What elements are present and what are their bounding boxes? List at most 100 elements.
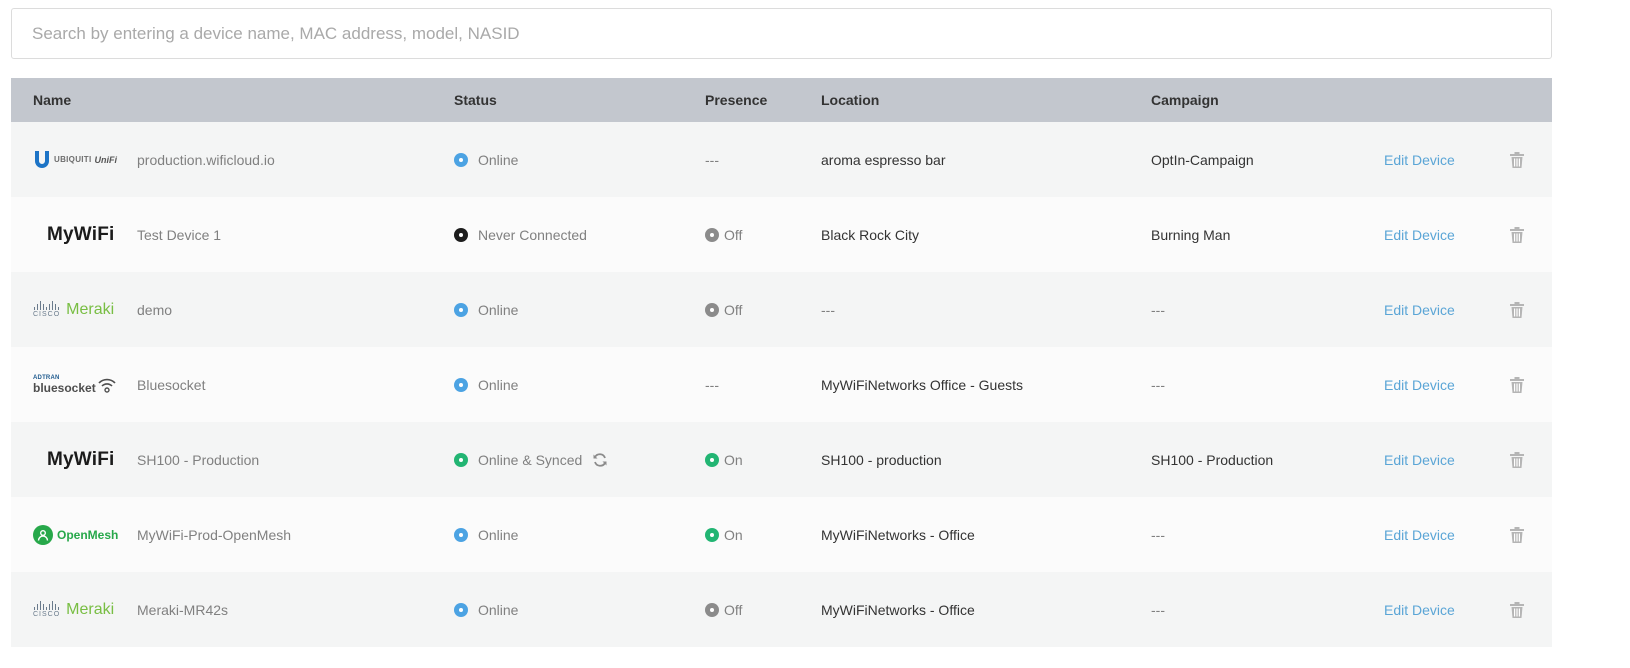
status-online-icon bbox=[454, 527, 468, 542]
presence-cell: --- bbox=[705, 122, 719, 197]
edit-device-link[interactable]: Edit Device bbox=[1384, 572, 1455, 647]
presence-text: Off bbox=[724, 301, 743, 318]
status-never-connected-icon bbox=[454, 227, 468, 242]
presence-cell: --- bbox=[705, 347, 719, 422]
presence-off-icon bbox=[705, 227, 719, 242]
table-header: Name Status Presence Location Campaign bbox=[11, 78, 1552, 122]
table-row: UBIQUITI UniFi production.wificloud.io O… bbox=[11, 122, 1552, 197]
delete-button[interactable] bbox=[1509, 122, 1525, 197]
trash-icon bbox=[1510, 376, 1524, 393]
location-text: MyWiFiNetworks Office - Guests bbox=[821, 376, 1023, 393]
edit-device-link[interactable]: Edit Device bbox=[1384, 422, 1455, 497]
presence-text: Off bbox=[724, 226, 743, 243]
table-row: CISCO Meraki demo Online Off --- --- Edi… bbox=[11, 272, 1552, 347]
presence-cell: On bbox=[705, 497, 743, 572]
edit-device-link[interactable]: Edit Device bbox=[1384, 347, 1455, 422]
campaign-text: SH100 - Production bbox=[1151, 451, 1274, 468]
location-text: --- bbox=[821, 301, 835, 318]
delete-button[interactable] bbox=[1509, 572, 1525, 647]
status-text: Online bbox=[478, 151, 519, 168]
presence-cell: Off bbox=[705, 197, 742, 272]
device-name: SH100 - Production bbox=[137, 451, 260, 468]
delete-button[interactable] bbox=[1509, 422, 1525, 497]
location-text: MyWiFiNetworks - Office bbox=[821, 601, 975, 618]
location-text: Black Rock City bbox=[821, 226, 920, 243]
status-cell: Online bbox=[454, 122, 518, 197]
wifi-icon bbox=[98, 378, 116, 393]
device-name: demo bbox=[137, 301, 173, 318]
edit-device-link[interactable]: Edit Device bbox=[1384, 497, 1455, 572]
device-name: Bluesocket bbox=[137, 376, 206, 393]
presence-on-icon bbox=[705, 452, 719, 467]
status-text: Online bbox=[478, 301, 519, 318]
status-online-icon bbox=[454, 377, 468, 392]
table-row: OpenMesh MyWiFi-Prod-OpenMesh Online On … bbox=[11, 497, 1552, 572]
delete-button[interactable] bbox=[1509, 272, 1525, 347]
meraki-logo: CISCO Meraki bbox=[33, 600, 115, 619]
status-online-icon bbox=[454, 152, 468, 167]
presence-off-icon bbox=[705, 602, 719, 617]
status-text: Online bbox=[478, 601, 519, 618]
location-text: SH100 - production bbox=[821, 451, 942, 468]
status-cell: Online bbox=[454, 572, 518, 647]
presence-text: On bbox=[724, 526, 743, 543]
column-header-status[interactable]: Status bbox=[454, 78, 497, 122]
search-input[interactable] bbox=[12, 9, 1551, 58]
campaign-text: OptIn-Campaign bbox=[1151, 151, 1254, 168]
column-header-name[interactable]: Name bbox=[33, 78, 71, 122]
column-header-location[interactable]: Location bbox=[821, 78, 879, 122]
campaign-text: --- bbox=[1151, 301, 1165, 318]
delete-button[interactable] bbox=[1509, 347, 1525, 422]
campaign-text: Burning Man bbox=[1151, 226, 1231, 243]
cisco-logo: CISCO bbox=[33, 301, 60, 318]
location-text: aroma espresso bar bbox=[821, 151, 946, 168]
status-text: Online & Synced bbox=[478, 451, 583, 468]
presence-text: --- bbox=[705, 376, 719, 393]
presence-text: On bbox=[724, 451, 743, 468]
cisco-logo: CISCO bbox=[33, 601, 60, 618]
presence-cell: Off bbox=[705, 272, 742, 347]
campaign-text: --- bbox=[1151, 526, 1165, 543]
table-row: CISCO Meraki Meraki-MR42s Online Off MyW… bbox=[11, 572, 1552, 647]
trash-icon bbox=[1510, 151, 1524, 168]
sync-icon[interactable] bbox=[592, 452, 608, 468]
campaign-text: --- bbox=[1151, 376, 1165, 393]
device-name: MyWiFi-Prod-OpenMesh bbox=[137, 526, 292, 543]
ubiquiti-u-icon bbox=[35, 150, 49, 168]
status-text: Online bbox=[478, 376, 519, 393]
presence-cell: On bbox=[705, 422, 743, 497]
status-cell: Online & Synced bbox=[454, 422, 608, 497]
campaign-text: --- bbox=[1151, 601, 1165, 618]
edit-device-link[interactable]: Edit Device bbox=[1384, 122, 1455, 197]
device-name: Meraki-MR42s bbox=[137, 601, 229, 618]
edit-device-link[interactable]: Edit Device bbox=[1384, 272, 1455, 347]
search-box bbox=[11, 8, 1552, 59]
delete-button[interactable] bbox=[1509, 197, 1525, 272]
column-header-presence[interactable]: Presence bbox=[705, 78, 767, 122]
table-row: MyWiFi SH100 - Production Online & Synce… bbox=[11, 422, 1552, 497]
trash-icon bbox=[1510, 601, 1524, 618]
mywifi-logo: MyWiFi bbox=[47, 223, 115, 245]
status-synced-icon bbox=[454, 452, 468, 467]
location-text: MyWiFiNetworks - Office bbox=[821, 526, 975, 543]
trash-icon bbox=[1510, 526, 1524, 543]
ubiquiti-logo: UBIQUITI UniFi bbox=[33, 122, 129, 197]
openmesh-logo: OpenMesh bbox=[33, 497, 129, 572]
presence-text: Off bbox=[724, 601, 743, 618]
status-cell: Online bbox=[454, 347, 518, 422]
mywifi-logo: MyWiFi bbox=[47, 448, 115, 470]
presence-off-icon bbox=[705, 302, 719, 317]
status-text: Never Connected bbox=[478, 226, 587, 243]
device-name: production.wificloud.io bbox=[137, 151, 275, 168]
delete-button[interactable] bbox=[1509, 497, 1525, 572]
status-text: Online bbox=[478, 526, 519, 543]
trash-icon bbox=[1510, 451, 1524, 468]
status-online-icon bbox=[454, 602, 468, 617]
column-header-campaign[interactable]: Campaign bbox=[1151, 78, 1219, 122]
edit-device-link[interactable]: Edit Device bbox=[1384, 197, 1455, 272]
meraki-logo: CISCO Meraki bbox=[33, 300, 115, 319]
bluesocket-logo: ADTRAN bluesocket bbox=[33, 347, 129, 422]
status-online-icon bbox=[454, 302, 468, 317]
status-cell: Online bbox=[454, 272, 518, 347]
status-cell: Online bbox=[454, 497, 518, 572]
